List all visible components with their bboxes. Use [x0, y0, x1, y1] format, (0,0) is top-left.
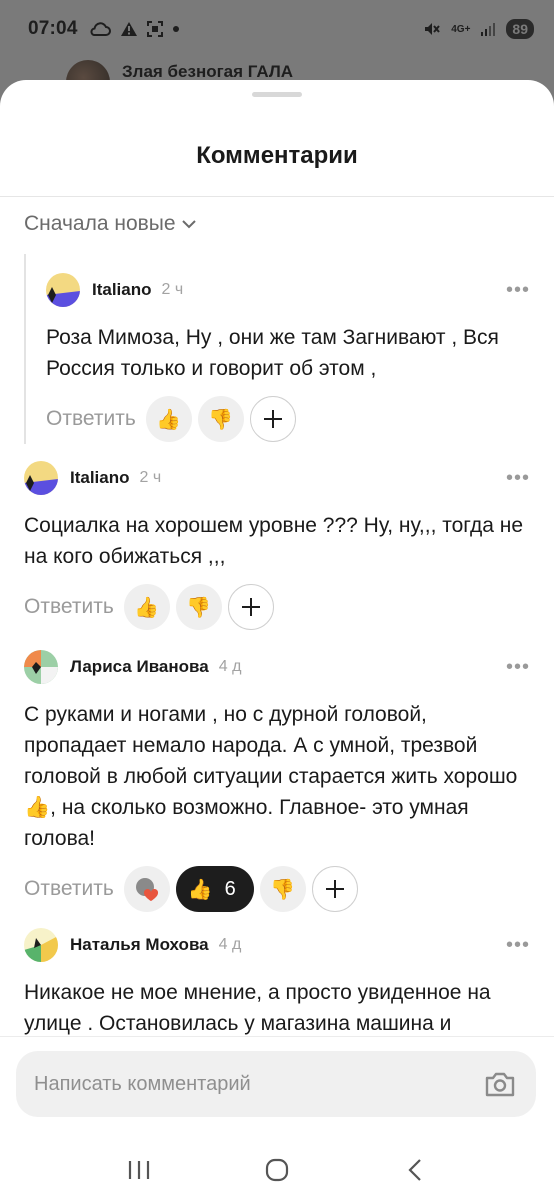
thumbs-up-icon: 👍 — [134, 596, 160, 619]
status-bar: 07:04 4G+ 89 — [0, 0, 554, 58]
dislike-button[interactable]: 👎 — [175, 584, 222, 630]
comment-author[interactable]: Italiano — [70, 468, 130, 488]
reply-thread-line — [24, 254, 26, 444]
comment-text: Социалка на хорошем уровне ??? Ну, ну,,,… — [24, 514, 524, 568]
add-reaction-button[interactable] — [249, 396, 296, 442]
comment-input-placeholder: Написать комментарий — [34, 1072, 251, 1095]
system-nav-bar — [0, 1140, 554, 1200]
back-button[interactable] — [390, 1150, 440, 1190]
add-reaction-button[interactable] — [311, 866, 358, 912]
home-icon — [265, 1158, 289, 1182]
comment: Italiano 2 ч ••• Роза Мимоза, Ну , они ж… — [46, 272, 534, 442]
like-button[interactable]: 👍 — [123, 584, 170, 630]
comment-text: Никакое не мое мнение, а просто увиденно… — [24, 981, 491, 1035]
like-count: 6 — [224, 877, 236, 900]
sheet-grabber[interactable] — [252, 92, 302, 97]
sort-label: Сначала новые — [24, 212, 176, 235]
sheet-title: Комментарии — [196, 142, 358, 169]
thumbs-down-icon: 👎 — [208, 408, 234, 431]
more-options-icon[interactable]: ••• — [506, 467, 530, 490]
comment-author[interactable]: Наталья Мохова — [70, 935, 209, 955]
comment: Лариса Иванова 4 д ••• С руками и ногами… — [24, 649, 534, 912]
thumbs-down-icon: 👎 — [270, 878, 296, 901]
divider — [0, 196, 554, 197]
thumbs-up-icon: 👍 — [187, 878, 213, 901]
status-time: 07:04 — [28, 18, 78, 39]
reply-button[interactable]: Ответить — [24, 877, 114, 901]
camera-button[interactable] — [482, 1066, 518, 1102]
comment: Italiano 2 ч ••• Социалка на хорошем уро… — [24, 460, 534, 630]
avatar[interactable] — [24, 650, 58, 684]
more-options-icon[interactable]: ••• — [506, 656, 530, 679]
battery-badge: 89 — [506, 19, 534, 39]
comment-time: 4 д — [218, 936, 242, 953]
more-options-icon[interactable]: ••• — [506, 934, 530, 957]
dislike-button[interactable]: 👎 — [259, 866, 306, 912]
avatar[interactable] — [46, 273, 80, 307]
comment-time: 2 ч — [139, 469, 162, 486]
more-options-icon[interactable]: ••• — [506, 279, 530, 302]
comment-text: Роза Мимоза, Ну , они же там Загнивают ,… — [46, 326, 499, 380]
like-button[interactable]: 👍 — [145, 396, 192, 442]
comments-sheet: Комментарии Сначала новые Italiano 2 ч •… — [0, 80, 554, 1200]
cloud-icon — [90, 22, 111, 36]
plus-icon — [325, 880, 344, 898]
home-button[interactable] — [252, 1150, 302, 1190]
thumbs-down-icon: 👎 — [186, 596, 212, 619]
avatar[interactable] — [24, 928, 58, 962]
channel-title: Злая безногая ГАЛА — [122, 62, 294, 81]
comment-time: 4 д — [218, 658, 242, 675]
thumbs-up-icon: 👍 — [156, 408, 182, 431]
screenshot-icon — [146, 21, 163, 37]
plus-icon — [263, 410, 282, 428]
add-reaction-button[interactable] — [227, 584, 274, 630]
mute-icon — [425, 23, 441, 35]
sort-dropdown[interactable]: Сначала новые — [24, 212, 196, 236]
signal-icon — [481, 23, 496, 36]
camera-icon — [485, 1072, 515, 1097]
comment-text: С руками и ногами , но с дурной головой,… — [24, 703, 518, 850]
chevron-down-icon — [181, 220, 196, 229]
warning-icon — [120, 22, 137, 36]
dislike-button[interactable]: 👎 — [197, 396, 244, 442]
recent-apps-icon — [128, 1161, 150, 1179]
comment-input[interactable]: Написать комментарий — [16, 1051, 536, 1117]
comment: Наталья Мохова 4 д ••• Никакое не мое мн… — [24, 927, 534, 1039]
reactors-avatar[interactable] — [123, 866, 170, 912]
like-button-active[interactable]: 👍 6 — [175, 866, 254, 912]
plus-icon — [241, 598, 260, 616]
comment-time: 2 ч — [161, 281, 184, 298]
network-label: 4G+ — [451, 23, 471, 35]
dot-icon — [172, 26, 179, 32]
heart-reaction-icon — [135, 878, 158, 901]
recent-apps-button[interactable] — [114, 1150, 164, 1190]
comment-author[interactable]: Italiano — [92, 280, 152, 300]
back-icon — [408, 1159, 421, 1181]
comment-author[interactable]: Лариса Иванова — [70, 657, 209, 677]
reply-button[interactable]: Ответить — [24, 595, 114, 619]
avatar[interactable] — [24, 461, 58, 495]
reply-button[interactable]: Ответить — [46, 407, 136, 431]
